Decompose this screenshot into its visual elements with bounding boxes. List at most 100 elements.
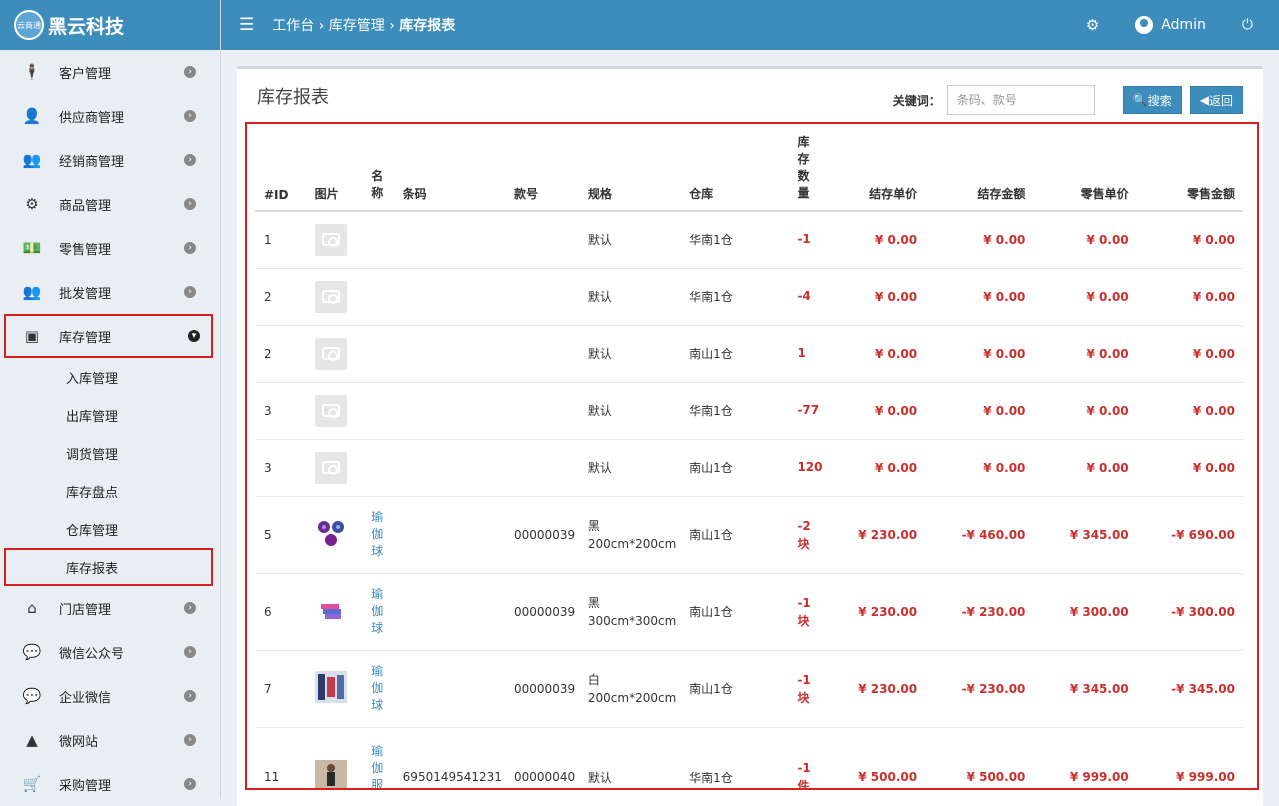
content-panel: 库存报表 关键词： 🔍搜索 ◀返回 #ID图片名称条码款号规格仓库库存数量 结存单… xyxy=(237,66,1263,806)
cell-name-text[interactable]: 瑜伽球 xyxy=(371,587,383,635)
column-header[interactable]: 结存金额 xyxy=(925,124,1034,212)
users-icon: 👥 xyxy=(22,151,42,169)
cell-retail_amount: ¥ 0.00 xyxy=(1136,267,1243,325)
cell-barcode xyxy=(393,438,506,496)
cell-id: 1 xyxy=(255,210,306,268)
cell-id-text: 7 xyxy=(264,681,272,696)
menu-toggle-icon[interactable]: ☰ xyxy=(239,15,254,35)
column-header[interactable]: #ID xyxy=(255,124,306,212)
column-header[interactable]: 仓库 xyxy=(680,124,789,212)
back-label: 返回 xyxy=(1208,93,1233,108)
table-row[interactable]: 3 默认 南山1仓 120 ¥ 0.00 ¥ 0.00 ¥ 0.00 ¥ 0.00 xyxy=(255,438,1243,496)
chevron-right-icon: › xyxy=(184,110,196,122)
cell-name-text[interactable]: 瑜伽球 xyxy=(371,510,383,558)
column-header[interactable]: 名称 xyxy=(362,124,394,212)
search-button[interactable]: 🔍 搜索 xyxy=(1122,86,1182,114)
sidebar-item-sidebar-items-3[interactable]: ⚙ 商品管理 › xyxy=(0,182,220,226)
sidebar-subitem[interactable]: 入库管理 xyxy=(0,358,220,396)
breadcrumb-parent[interactable]: 库存管理 xyxy=(329,18,385,34)
cell-retail_amount: ¥ 0.00 xyxy=(1136,438,1243,496)
product-image xyxy=(305,495,363,573)
cell-cost_amount-text: ¥ 0.00 xyxy=(983,289,1026,304)
cell-spec: 默认 xyxy=(578,438,681,496)
cell-retail_amount: -¥ 345.00 xyxy=(1136,649,1243,727)
archive-icon: ▣ xyxy=(24,327,40,345)
cell-spec-text: 黑 300cm*300cm xyxy=(587,595,677,628)
cell-cost_price-text: ¥ 0.00 xyxy=(874,460,918,475)
cell-cost_price: ¥ 0.00 xyxy=(849,267,926,325)
cart-icon: 🛒 xyxy=(22,775,42,793)
table-row[interactable]: 2 默认 南山1仓 1 ¥ 0.00 ¥ 0.00 ¥ 0.00 ¥ 0.00 xyxy=(255,324,1243,382)
power-icon[interactable]: ⏻ xyxy=(1242,17,1253,33)
sidebar-menu: 🕴 客户管理 › 👤 供应商管理 › 👥 经销商管理 › ⚙ 商品管理 › 💵 零售管理 › 👥 批发管理 › ▣ 库… xyxy=(0,50,220,799)
table-row[interactable]: 2 默认 华南1仓 -4 ¥ 0.00 ¥ 0.00 ¥ 0.00 ¥ 0.00 xyxy=(255,267,1243,325)
sidebar-item-sidebar-items-5[interactable]: 👥 批发管理 › xyxy=(0,270,220,314)
cell-name-text[interactable]: 瑜伽服测 xyxy=(371,744,383,788)
cell-spec-text: 默认 xyxy=(587,347,612,361)
column-header[interactable]: 零售金额 xyxy=(1136,124,1243,212)
sidebar-subitem[interactable]: 库存报表 xyxy=(4,548,213,586)
keyword-label: 关键词： xyxy=(892,93,941,108)
cell-cost_price: ¥ 0.00 xyxy=(849,210,926,268)
cell-retail_amount-text: ¥ 999.00 xyxy=(1176,770,1235,785)
cell-barcode xyxy=(393,267,506,325)
chevron-right-icon: › xyxy=(184,778,196,790)
cell-qty: 1 xyxy=(788,324,850,382)
sidebar-subitem[interactable]: 调货管理 xyxy=(0,434,220,472)
column-header[interactable]: 库存数量 xyxy=(788,124,850,212)
back-button[interactable]: ◀ 返回 xyxy=(1189,86,1243,114)
search-icon: 🔍 xyxy=(1132,93,1148,107)
user-icon: 👤 xyxy=(22,107,42,125)
cell-retail_amount: -¥ 300.00 xyxy=(1136,572,1243,650)
keyword-input[interactable] xyxy=(946,85,1095,115)
sidebar-item-sidebar-items-2[interactable]: 👥 经销商管理 › xyxy=(0,138,220,182)
sidebar-item-sidebar-items-0[interactable]: 🕴 客户管理 › xyxy=(0,50,220,94)
column-header-text: 名称 xyxy=(371,169,384,200)
wechat-icon: 💬 xyxy=(22,687,42,705)
table-row[interactable]: 6 瑜伽球 00000039 黑 300cm*300cm 南山1仓 -1 块 ¥ 230.0… xyxy=(255,572,1243,650)
table-row[interactable]: 7 瑜伽球 00000039 白 200cm*200cm 南山1仓 -1 块 ¥ 230.0… xyxy=(255,649,1243,727)
logo-badge: 云商通 xyxy=(14,10,44,40)
cell-qty-text: -2 块 xyxy=(797,518,811,551)
table-row[interactable]: 1 默认 华南1仓 -1 ¥ 0.00 ¥ 0.00 ¥ 0.00 ¥ 0.00 xyxy=(255,210,1243,268)
table-row[interactable]: 5 瑜伽球 00000039 黑 200cm*200cm 南山1仓 -2 块 ¥ 230.0… xyxy=(255,495,1243,573)
user-name: Admin xyxy=(1161,17,1206,33)
sidebar-item-sidebar-items-6[interactable]: ▣ 库存管理 ▾ xyxy=(4,314,213,358)
cell-barcode xyxy=(393,572,506,650)
table-row[interactable]: 3 默认 华南1仓 -77 ¥ 0.00 ¥ 0.00 ¥ 0.00 ¥ 0.00 xyxy=(255,381,1243,439)
search-bar: 关键词： 🔍搜索 ◀返回 xyxy=(893,85,1243,115)
column-header[interactable]: 条码 xyxy=(393,124,506,212)
sidebar-item-sidebar-items_after-4[interactable]: 🛒 采购管理 › xyxy=(0,762,220,799)
cell-id: 2 xyxy=(255,324,306,382)
sidebar-item-sidebar-items-1[interactable]: 👤 供应商管理 › xyxy=(0,94,220,138)
cell-barcode xyxy=(393,381,506,439)
sidebar-subitem[interactable]: 库存盘点 xyxy=(0,472,220,510)
breadcrumb-home[interactable]: 工作台 xyxy=(272,18,314,34)
cell-name-text[interactable]: 瑜伽球 xyxy=(371,664,383,712)
sidebar-subitem[interactable]: 出库管理 xyxy=(0,396,220,434)
sidebar-subitem[interactable]: 仓库管理 xyxy=(0,510,220,548)
gear-icon[interactable]: ⚙ xyxy=(1086,16,1099,34)
cell-name xyxy=(362,438,394,496)
column-header[interactable]: 图片 xyxy=(305,124,363,212)
sidebar-item-sidebar-items-4[interactable]: 💵 零售管理 › xyxy=(0,226,220,270)
avatar-icon xyxy=(1135,16,1154,34)
column-header[interactable]: 规格 xyxy=(578,124,681,212)
cell-name: 瑜伽球 xyxy=(362,495,394,573)
cell-qty-text: -1 件 xyxy=(797,761,811,788)
sidebar-item-sidebar-items_after-2[interactable]: 💬 企业微信 › xyxy=(0,674,220,718)
product-image xyxy=(305,267,363,325)
table-row[interactable]: 11 瑜伽服测 6950149541231 00000040 默认 华南1仓 -1 件 ¥ 5… xyxy=(255,726,1243,788)
column-header[interactable]: 零售单价 xyxy=(1033,124,1137,212)
column-header[interactable]: 款号 xyxy=(505,124,579,212)
brand-logo[interactable]: 云商通 黑云科技 xyxy=(0,0,220,50)
column-header[interactable]: 结存单价 xyxy=(849,124,926,212)
cell-retail_price-text: ¥ 0.00 xyxy=(1086,403,1129,418)
user-menu[interactable]: Admin xyxy=(1135,16,1206,34)
sidebar-item-sidebar-items_after-1[interactable]: 💬 微信公众号 › xyxy=(0,630,220,674)
sidebar-item-sidebar-items_after-3[interactable]: ▲ 微网站 › xyxy=(0,718,220,762)
cell-spec: 白 200cm*200cm xyxy=(578,649,681,727)
sidebar-item-sidebar-items_after-0[interactable]: ⌂ 门店管理 › xyxy=(0,586,220,630)
cell-retail_price: ¥ 0.00 xyxy=(1033,267,1137,325)
cell-cost_amount: -¥ 230.00 xyxy=(925,572,1034,650)
